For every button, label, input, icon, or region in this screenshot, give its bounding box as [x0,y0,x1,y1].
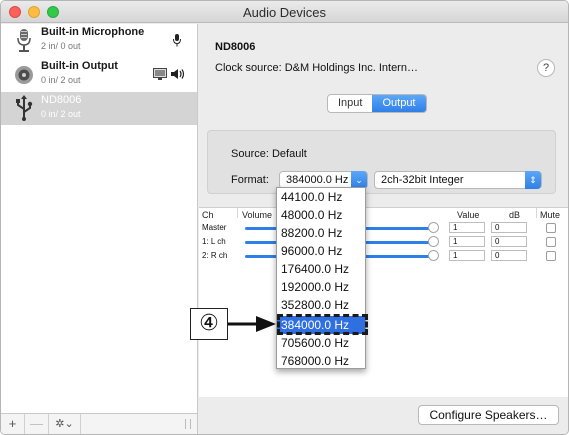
channel-label: Master [202,223,227,232]
source-value: Default [271,148,307,160]
tab-output[interactable]: Output [372,95,426,112]
menu-item-sample-rate[interactable]: 352800.0 Hz [277,296,365,314]
value-field[interactable]: 1 [449,222,485,233]
input-microphone-icon [173,34,181,47]
db-field[interactable]: 0 [491,236,527,247]
volume-slider-knob[interactable] [428,222,439,233]
value-field[interactable]: 1 [449,236,485,247]
resize-grip-icon[interactable] [185,419,191,429]
source-row: Source: Default [231,148,307,160]
volume-slider-knob[interactable] [428,236,439,247]
table-row: Master 1 0 [199,222,568,234]
device-title: ND8006 [215,41,256,53]
db-field[interactable]: 0 [491,250,527,261]
tab-input[interactable]: Input [328,95,372,112]
device-item-built-in-output[interactable]: Built-in Output 0 in/ 2 out [1,58,197,91]
value-field[interactable]: 1 [449,250,485,261]
bit-format-popup[interactable]: 2ch-32bit Integer ⇕ [374,171,542,189]
input-output-tabs: Input Output [327,94,427,113]
column-header-ch: Ch [202,210,214,220]
help-button[interactable]: ? [537,59,555,77]
microphone-icon [17,29,31,52]
volume-slider-knob[interactable] [428,250,439,261]
menu-item-sample-rate[interactable]: 96000.0 Hz [277,242,365,260]
device-io: 0 in/ 2 out [41,109,81,119]
table-row: 1: L ch 1 0 [199,236,568,248]
callout-arrow-icon [228,316,276,332]
table-row: 2: R ch 1 0 [199,250,568,262]
column-separator [536,208,537,218]
column-header-volume: Volume [242,210,273,220]
device-list-toolbar: + — ✲⌄ [1,413,197,434]
step-callout: ④ [190,308,228,340]
mute-checkbox[interactable] [546,223,556,233]
configure-speakers-button[interactable]: Configure Speakers… [418,405,559,425]
device-list: Built-in Microphone 2 in/ 0 out Built-in… [1,24,198,434]
menu-item-sample-rate[interactable]: 88200.0 Hz [277,224,365,242]
column-header-mute: Mute [540,210,561,220]
device-item-nd8006[interactable]: ND8006 0 in/ 2 out [1,92,197,125]
format-label: Format: [231,174,269,186]
speaker-volume-icon [171,69,185,79]
menu-item-sample-rate[interactable]: 44100.0 Hz [277,188,365,206]
device-detail-panel: ND8006 Clock source: D&M Holdings Inc. I… [199,24,568,434]
menu-item-sample-rate[interactable]: 768000.0 Hz [277,352,365,370]
audio-devices-window: Audio Devices Built-in Microphone 2 in/ … [0,0,569,435]
format-group: Source: Default Format: 384000.0 Hz ⌄ 2c… [207,130,556,194]
usb-icon [16,95,33,121]
device-name: ND8006 [41,94,82,106]
menu-item-sample-rate[interactable]: 176400.0 Hz [277,260,365,278]
mute-checkbox[interactable] [546,251,556,261]
add-device-button[interactable]: + [1,414,25,434]
channel-volume-table: Ch Volume Value dB Mute Master 1 0 1: L … [199,207,568,397]
column-header-db: dB [509,210,521,220]
speaker-icon [15,66,33,84]
sample-rate-menu: 44100.0 Hz 48000.0 Hz 88200.0 Hz 96000.0… [276,187,366,369]
channel-label: 2: R ch [202,251,228,260]
device-item-built-in-microphone[interactable]: Built-in Microphone 2 in/ 0 out [1,24,197,57]
window-title: Audio Devices [242,5,327,20]
channel-label: 1: L ch [202,237,226,246]
db-field[interactable]: 0 [491,222,527,233]
gear-menu-button[interactable]: ✲⌄ [49,414,81,434]
sample-rate-value: 384000.0 Hz [286,174,349,186]
menu-item-sample-rate[interactable]: 192000.0 Hz [277,278,365,296]
display-audio-icon [153,68,167,80]
device-name: Built-in Output [41,60,118,72]
device-name: Built-in Microphone [41,26,145,38]
menu-item-sample-rate[interactable]: 48000.0 Hz [277,206,365,224]
clock-source: Clock source: D&M Holdings Inc. Intern… [215,62,418,74]
remove-device-button[interactable]: — [25,414,49,434]
column-header-value: Value [457,210,480,220]
menu-item-sample-rate[interactable]: 705600.0 Hz [277,334,365,352]
device-io: 0 in/ 2 out [41,75,81,85]
column-separator [237,208,238,218]
source-label: Source: [231,148,269,160]
bit-format-value: 2ch-32bit Integer [381,174,464,186]
selection-highlight-box [277,314,368,335]
device-io: 2 in/ 0 out [41,41,81,51]
mute-checkbox[interactable] [546,237,556,247]
up-down-arrows-icon: ⇕ [525,171,541,189]
title-bar: Audio Devices [1,1,568,23]
